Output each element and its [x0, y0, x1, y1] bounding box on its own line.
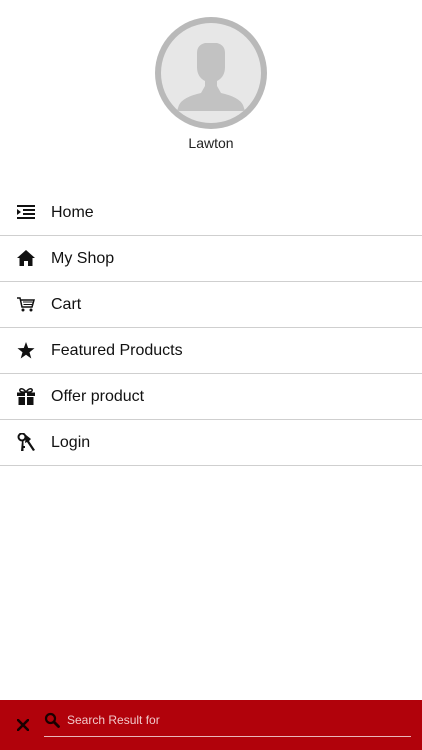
menu-item-home[interactable]: Home	[0, 190, 422, 236]
home-icon	[16, 248, 36, 268]
search-bar	[0, 700, 422, 750]
menu-item-login[interactable]: Login	[0, 420, 422, 466]
user-avatar-icon	[161, 23, 261, 123]
search-icon	[44, 712, 60, 728]
keys-icon	[16, 432, 36, 452]
gift-icon	[16, 386, 36, 406]
menu-item-cart[interactable]: Cart	[0, 282, 422, 328]
star-icon	[16, 340, 36, 360]
menu-item-label: Login	[51, 433, 91, 451]
search-input[interactable]	[67, 710, 407, 730]
menu-item-offer-product[interactable]: Offer product	[0, 374, 422, 420]
menu-item-my-shop[interactable]: My Shop	[0, 236, 422, 282]
menu-item-label: Cart	[51, 295, 82, 313]
menu-item-label: My Shop	[51, 249, 115, 267]
cart-icon	[16, 294, 36, 314]
username-label: Lawton	[188, 135, 234, 151]
search-field	[44, 708, 411, 737]
avatar[interactable]	[155, 17, 267, 129]
menu-item-featured-products[interactable]: Featured Products	[0, 328, 422, 374]
menu-item-label: Home	[51, 203, 94, 221]
menu-item-label: Offer product	[51, 387, 145, 405]
side-menu: Home My Shop Cart Featured Products Offe…	[0, 190, 422, 466]
menu-item-label: Featured Products	[51, 341, 183, 359]
close-icon[interactable]	[12, 714, 34, 736]
menu-indent-icon	[16, 202, 36, 222]
profile-header: Lawton	[0, 0, 422, 180]
